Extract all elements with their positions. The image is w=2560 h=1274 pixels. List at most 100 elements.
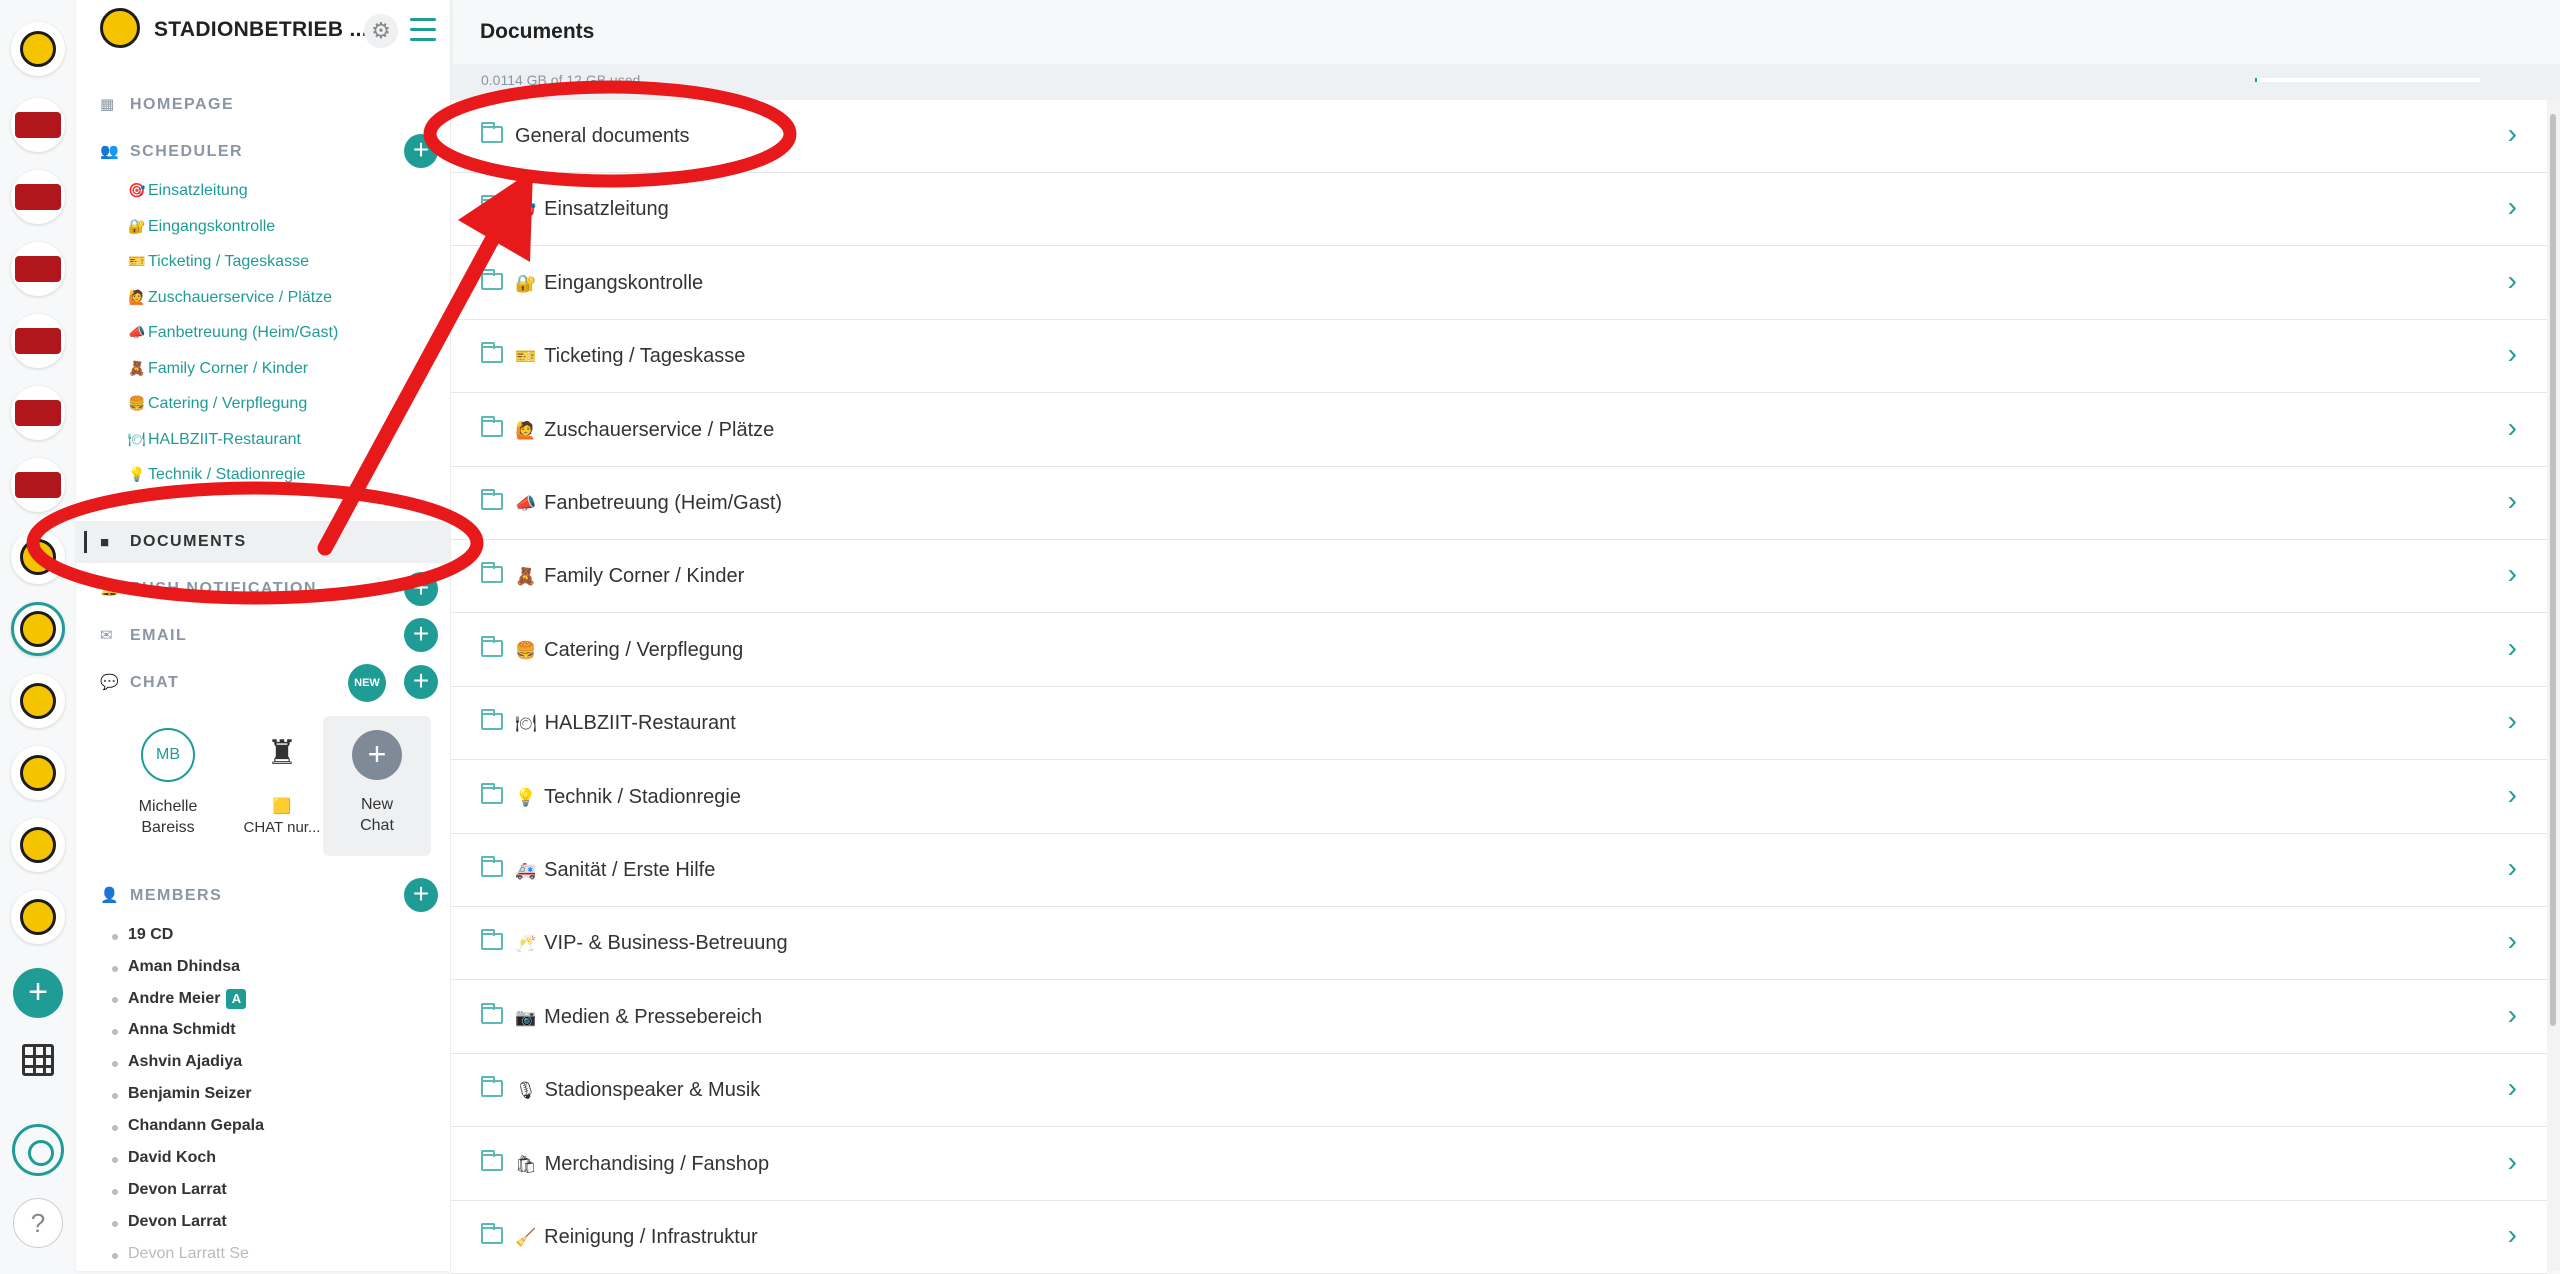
folder-row[interactable]: 📷 Medien & Pressebereich ›: [451, 980, 2547, 1054]
workspace-avatar[interactable]: [11, 170, 65, 224]
scheduler-item[interactable]: 💡 Technik / Stadionregie: [128, 466, 305, 484]
scheduler-item[interactable]: 📣 Fanbetreuung (Heim/Gast): [128, 324, 338, 342]
chevron-right-icon[interactable]: ›: [2508, 927, 2517, 955]
bell-icon: 🔔: [100, 580, 121, 597]
scheduler-item[interactable]: 🍔 Catering / Verpflegung: [128, 395, 307, 413]
scheduler-item[interactable]: 🍽 HALBZIIT-Restaurant: [128, 431, 301, 449]
folder-row[interactable]: 🥂 VIP- & Business-Betreuung ›: [451, 907, 2547, 981]
folder-row[interactable]: 🚑 Sanität / Erste Hilfe ›: [451, 834, 2547, 907]
workspace-avatar[interactable]: [11, 98, 65, 152]
chevron-right-icon[interactable]: ›: [2508, 854, 2517, 882]
folder-row[interactable]: 🎙 Stadionspeaker & Musik ›: [451, 1054, 2547, 1128]
scheduler-item[interactable]: 🙋 Zuschauerservice / Plätze: [128, 289, 332, 307]
storage-text: 0.0114 GB of 12 GB used: [481, 72, 641, 88]
chevron-right-icon[interactable]: ›: [2508, 1000, 2517, 1029]
chevron-right-icon[interactable]: ›: [2508, 487, 2517, 515]
member-item[interactable]: David Koch: [111, 1149, 216, 1167]
add-chat-button[interactable]: +: [404, 665, 438, 699]
folder-row[interactable]: 🛍 Merchandising / Fanshop ›: [451, 1127, 2547, 1201]
sidebar-item-scheduler[interactable]: 👥 SCHEDULER: [100, 143, 243, 161]
folder-name: 📷 Medien & Pressebereich: [515, 1005, 763, 1028]
folder-row[interactable]: 🧹 Reinigung / Infrastruktur ›: [451, 1201, 2547, 1274]
member-item[interactable]: Andre Meier A: [111, 989, 247, 1009]
workspace-avatar[interactable]: [11, 386, 65, 440]
folder-row[interactable]: 💡 Technik / Stadionregie ›: [451, 760, 2547, 834]
sidebar-item-chat[interactable]: 💬 CHAT: [100, 674, 179, 692]
chevron-right-icon[interactable]: ›: [2508, 1074, 2517, 1102]
chevron-right-icon[interactable]: ›: [2508, 120, 2517, 148]
folder-row[interactable]: 🔐 Eingangskontrolle ›: [451, 246, 2547, 320]
chevron-right-icon[interactable]: ›: [2508, 266, 2517, 295]
chevron-right-icon[interactable]: ›: [2508, 1221, 2517, 1249]
scrollbar[interactable]: [2547, 100, 2560, 1271]
folder-row[interactable]: 🍔 Catering / Verpflegung ›: [451, 613, 2547, 687]
member-item[interactable]: 19 CD: [111, 926, 173, 944]
orbit-icon[interactable]: [12, 1124, 64, 1176]
workspace-avatar[interactable]: [11, 242, 65, 296]
folder-row[interactable]: 🧸 Family Corner / Kinder ›: [451, 540, 2547, 614]
scrollbar-thumb[interactable]: [2550, 114, 2556, 1026]
chevron-right-icon[interactable]: ›: [2508, 340, 2517, 368]
sidebar-item-push-notification[interactable]: 🔔 PUSH NOTIFICATION: [100, 580, 317, 598]
help-button[interactable]: ?: [13, 1198, 63, 1248]
scheduler-item[interactable]: 🎯 Einsatzleitung: [128, 182, 248, 200]
folder-icon: [481, 1002, 503, 1024]
workspace-avatar[interactable]: [11, 314, 65, 368]
sidebar-header: STADIONBETRIEB ... ⚙: [76, 0, 450, 62]
add-push-button[interactable]: +: [404, 572, 438, 606]
scheduler-item[interactable]: 🔐 Eingangskontrolle: [128, 218, 275, 236]
gear-icon[interactable]: ⚙: [364, 14, 398, 48]
chevron-right-icon[interactable]: ›: [2508, 780, 2517, 809]
add-scheduler-button[interactable]: +: [404, 134, 438, 168]
add-workspace-button[interactable]: +: [13, 968, 63, 1018]
chevron-right-icon[interactable]: ›: [2508, 633, 2517, 662]
workspace-avatar[interactable]: [11, 22, 65, 76]
folder-row[interactable]: 📣 Fanbetreuung (Heim/Gast) ›: [451, 467, 2547, 540]
folder-row[interactable]: General documents ›: [451, 100, 2547, 173]
chat-card[interactable]: MB Michelle Bareiss: [114, 716, 222, 856]
new-chat-button[interactable]: + New Chat: [323, 716, 431, 856]
chevron-right-icon[interactable]: ›: [2508, 560, 2517, 588]
menu-icon[interactable]: [410, 18, 436, 42]
member-item[interactable]: Anna Schmidt: [112, 1021, 236, 1039]
member-item[interactable]: Devon Larrat: [112, 1181, 227, 1199]
folder-icon: [481, 929, 503, 951]
folder-row[interactable]: 🎯 Einsatzleitung ›: [451, 173, 2547, 247]
chevron-right-icon[interactable]: ›: [2508, 1147, 2517, 1176]
add-member-button[interactable]: +: [404, 878, 438, 912]
workspace-avatar[interactable]: [11, 890, 65, 944]
member-item[interactable]: Benjamin Seizer: [112, 1085, 252, 1103]
grid-icon[interactable]: [22, 1044, 54, 1076]
sidebar-item-members[interactable]: 👤 MEMBERS: [100, 887, 222, 905]
workspace-avatar[interactable]: [11, 458, 65, 512]
chat-card[interactable]: ♜ 🟨 CHAT nur...: [228, 716, 336, 856]
folder-row[interactable]: 🍽 HALBZIIT-Restaurant ›: [451, 687, 2547, 761]
folder-name: 🙋 Zuschauerservice / Plätze: [515, 418, 775, 441]
workspace-avatar[interactable]: [11, 746, 65, 800]
member-item[interactable]: Aman Dhindsa: [111, 958, 240, 976]
scheduler-item[interactable]: 🎫 Ticketing / Tageskasse: [128, 253, 309, 271]
workspace-avatar[interactable]: [11, 818, 65, 872]
workspace-avatar[interactable]: [11, 674, 65, 728]
member-item[interactable]: Chandann Gepala: [111, 1117, 264, 1135]
folder-row[interactable]: 🎫 Ticketing / Tageskasse ›: [451, 320, 2547, 394]
folder-icon: [481, 1149, 503, 1171]
folder-row[interactable]: 🙋 Zuschauerservice / Plätze ›: [451, 393, 2547, 467]
mail-icon: ✉: [100, 627, 115, 644]
chevron-right-icon[interactable]: ›: [2508, 193, 2517, 221]
storage-progress-fill: [2255, 78, 2258, 82]
chevron-right-icon[interactable]: ›: [2508, 413, 2517, 442]
member-item[interactable]: Devon Larrat: [112, 1213, 227, 1231]
chevron-right-icon[interactable]: ›: [2508, 707, 2517, 735]
sidebar-item-homepage[interactable]: ▦ HOMEPAGE: [100, 96, 234, 114]
member-item[interactable]: Devon Larratt Se: [112, 1245, 249, 1263]
sidebar-item-documents[interactable]: ■ DOCUMENTS: [76, 521, 450, 563]
add-email-button[interactable]: +: [404, 618, 438, 652]
workspace-avatar-active[interactable]: [11, 602, 65, 656]
member-item[interactable]: Ashvin Ajadiya: [111, 1053, 242, 1071]
org-name[interactable]: STADIONBETRIEB ...: [154, 18, 368, 42]
scheduler-item[interactable]: 🧸 Family Corner / Kinder: [128, 360, 308, 378]
sidebar-item-email[interactable]: ✉ EMAIL: [100, 627, 187, 645]
workspace-avatar[interactable]: [11, 530, 65, 584]
folder-icon: [481, 268, 503, 290]
